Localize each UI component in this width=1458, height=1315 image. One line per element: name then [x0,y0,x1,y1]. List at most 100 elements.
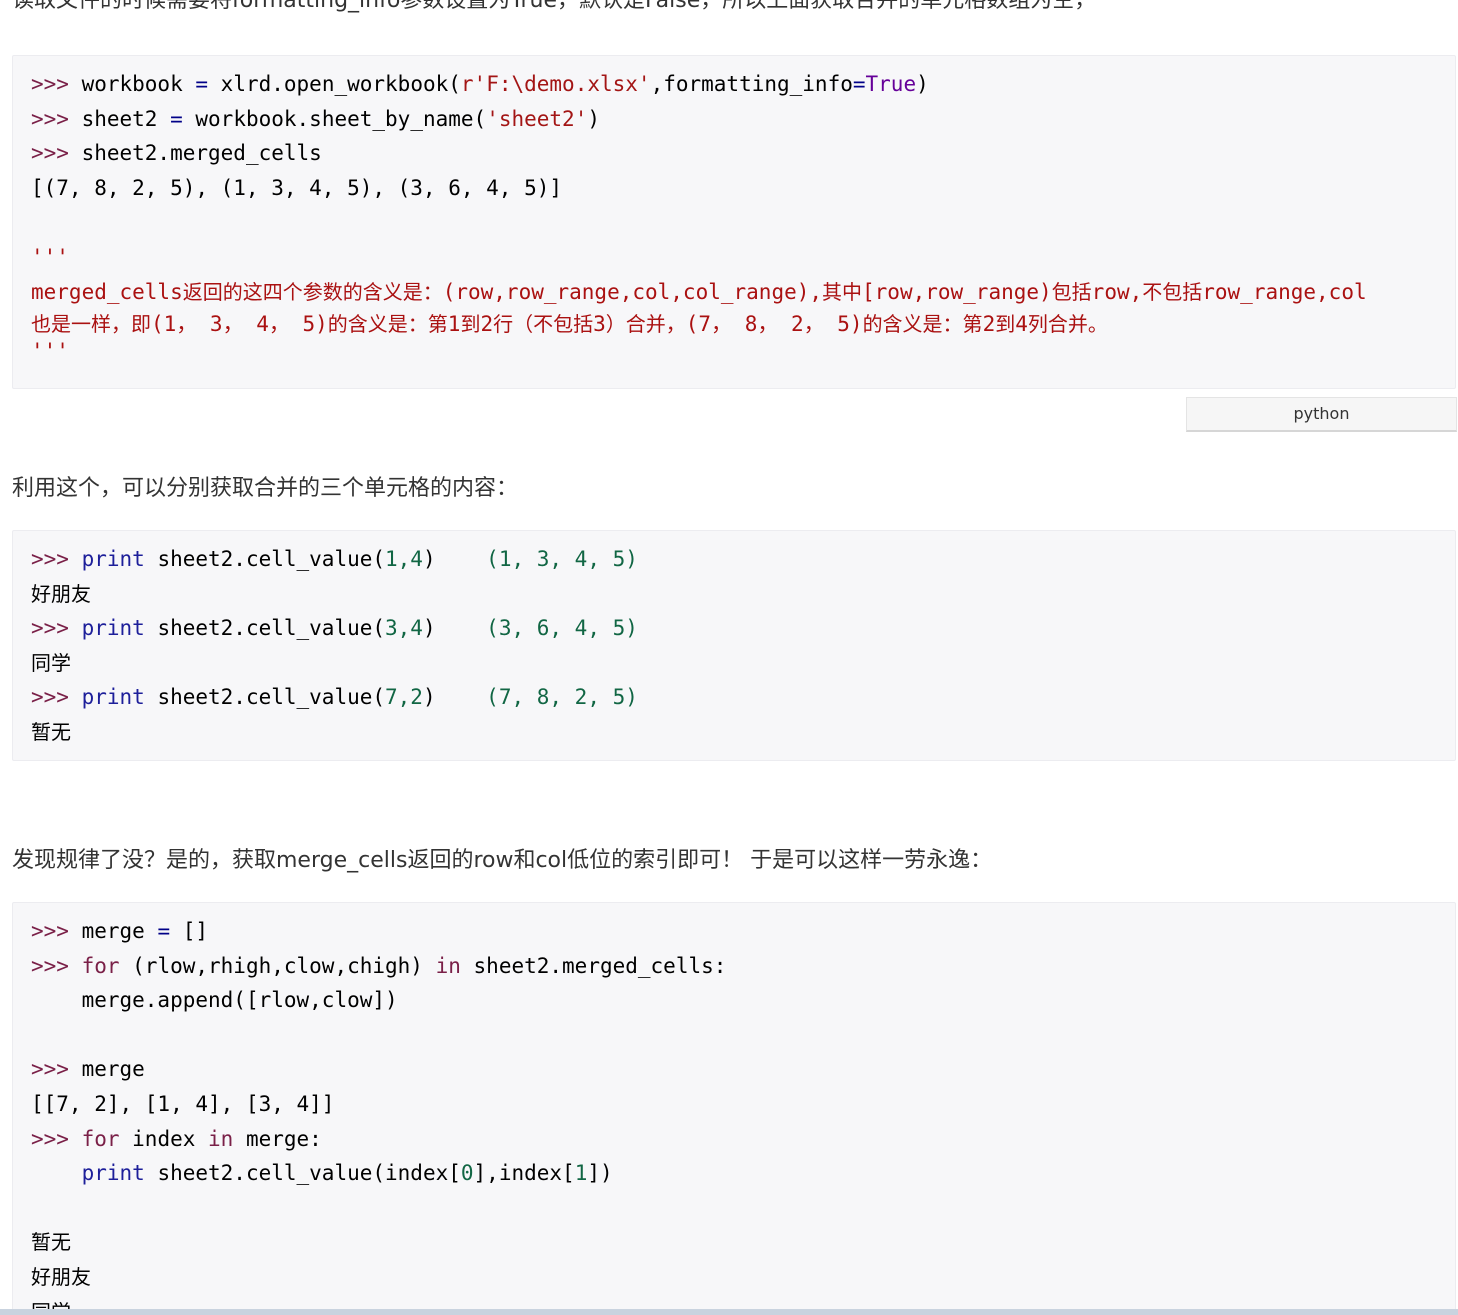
comment-token: 不包括 [1142,279,1203,304]
code-token: = [852,72,866,96]
code-line: print sheet2.cell_value(index[0],index[1… [31,1156,1455,1191]
code-token: sheet2.merged_cells: [460,953,727,978]
window-bottom-edge [0,1309,1458,1315]
prompt: >>> [31,616,82,641]
code-string: 'sheet2' [486,106,588,131]
prompt: >>> [31,1057,82,1082]
comment-token: 到 [995,312,1016,337]
paragraph-fetch-cells: 利用这个，可以分别获取合并的三个单元格的内容： [12,476,519,501]
code-token: ]) [587,1161,613,1186]
code-token: ) [422,547,436,571]
code-token: sheet2.merged_cells [81,141,322,166]
code-keyword: for [81,1126,120,1151]
code-block-open-workbook: >>> workbook = xlrd.open_workbook(r'F:\d… [12,55,1456,389]
comment-token: 4 [1015,312,1028,337]
code-output-line: 好朋友 [31,1264,91,1289]
code-keyword: print [81,616,145,641]
code-string: r'F:\demo.xlsx' [460,72,651,96]
prompt: >>> [31,953,82,978]
paragraph-merge-rule: 发现规律了没？是的，获取merge_cells返回的row和col低位的索引即可… [12,848,993,873]
code-output: [(7, 8, 2, 5), (1, 3, 4, 5), (3, 6, 4, 5… [31,175,563,200]
code-keyword: for [81,953,120,978]
code-output-line: [[7, 2], [1, 4], [3, 4]] [31,1091,335,1116]
code-line: merge.append([rlow,clow]) [31,983,1455,1018]
comment-token: 返回的这四个参数的含义是： [182,279,443,304]
code-language-tag[interactable]: python [1186,397,1457,432]
code-keyword: print [81,1161,145,1186]
comment-token: (1， 3， 4， 5) [151,312,328,337]
code-line: >>> for (rlow,rhigh,clow,chigh) in sheet… [31,949,1455,984]
code-output-line: [(7, 8, 2, 5), (1, 3, 4, 5), (3, 6, 4, 5… [31,171,1455,206]
code-token: workbook.sheet_by_name( [182,106,487,131]
code-token: index [119,1126,209,1151]
code-number: 1 [574,1161,588,1186]
code-token: workbook [81,72,196,96]
prompt: >>> [31,547,82,571]
code-number: (3, 6, 4, 5) [435,616,638,641]
comment-token: 行（不包括 [493,312,594,337]
code-token: [] [170,919,209,943]
code-token: sheet2.cell_value( [144,616,386,641]
code-output-line: 同学 [31,650,71,675]
code-token: xlrd.open_workbook( [208,72,461,96]
code-token: merge.append([rlow,clow]) [81,988,398,1013]
comment-token: 到 [460,312,481,337]
article-page: 读取文件的时候需要将formatting_info参数设置为True，默认是Fa… [0,0,1458,1315]
code-token: sheet2.cell_value(index[ [144,1161,461,1186]
code-line: >>> workbook = xlrd.open_workbook(r'F:\d… [31,67,1455,102]
code-content: >>> workbook = xlrd.open_workbook(r'F:\d… [13,56,1455,363]
code-line: >>> print sheet2.cell_value(1,4) (1, 3, … [31,542,1455,577]
code-output-line: 暂无 [31,719,71,744]
code-number: 7,2 [385,685,423,710]
code-number: (1, 3, 4, 5) [435,547,638,571]
code-line: >>> merge = [] [31,914,1455,949]
code-token: ) [422,685,436,710]
code-token: = [195,72,209,96]
code-token: ],index[ [473,1161,575,1186]
code-keyword: in [208,1126,234,1151]
code-line: >>> merge [31,1052,1455,1087]
code-line: >>> for index in merge: [31,1122,1455,1157]
comment-token: row_range,col [1202,279,1367,304]
code-line: >>> sheet2.merged_cells [31,136,1455,171]
comment-token: 1 [447,312,461,337]
prompt: >>> [31,141,82,166]
code-token: sheet2.cell_value( [144,547,386,571]
code-token: ) [916,72,929,96]
comment-token: 其中 [822,279,863,304]
code-token: ,formatting_info [650,72,853,96]
code-token: merge [81,919,158,943]
code-line: >>> sheet2 = workbook.sheet_by_name('she… [31,102,1455,137]
code-keyword: in [435,953,461,978]
comment-token: 包括 [1051,279,1092,304]
code-token: sheet2 [81,106,171,131]
code-line: >>> print sheet2.cell_value(7,2) (7, 8, … [31,680,1455,715]
prompt: >>> [31,72,82,96]
intro-paragraph: 读取文件的时候需要将formatting_info参数设置为True，默认是Fa… [12,0,1097,13]
code-comment-line: 也是一样，即(1， 3， 4， 5)的含义是：第1到2行（不包括3）合并，(7，… [31,309,1455,339]
comment-token: merged_cells [31,279,183,304]
code-docstring-close: ''' [31,339,69,364]
code-output-line: 暂无 [31,1230,71,1255]
code-token: = [170,106,183,131]
comment-token: 的含义是：第 [862,312,983,337]
code-content: >>> merge = [] >>> for (rlow,rhigh,clow,c… [13,903,1455,1315]
code-comment-line: merged_cells返回的这四个参数的含义是：(row,row_range,… [31,275,1455,310]
comment-token: 2 [480,312,494,337]
code-token: (rlow,rhigh,clow,chigh) [119,953,436,978]
comment-token: (row,row_range,col,col_range), [442,279,823,304]
prompt: >>> [31,1126,82,1151]
prompt: >>> [31,685,82,710]
comment-token: ）合并， [605,312,686,337]
code-number: 3,4 [385,616,423,641]
code-token: sheet2.cell_value( [144,685,386,710]
code-keyword: print [81,685,145,710]
code-number: 1,4 [385,547,423,571]
code-content: >>> print sheet2.cell_value(1,4) (1, 3, … [13,531,1455,750]
code-output-line: 好朋友 [31,581,91,606]
